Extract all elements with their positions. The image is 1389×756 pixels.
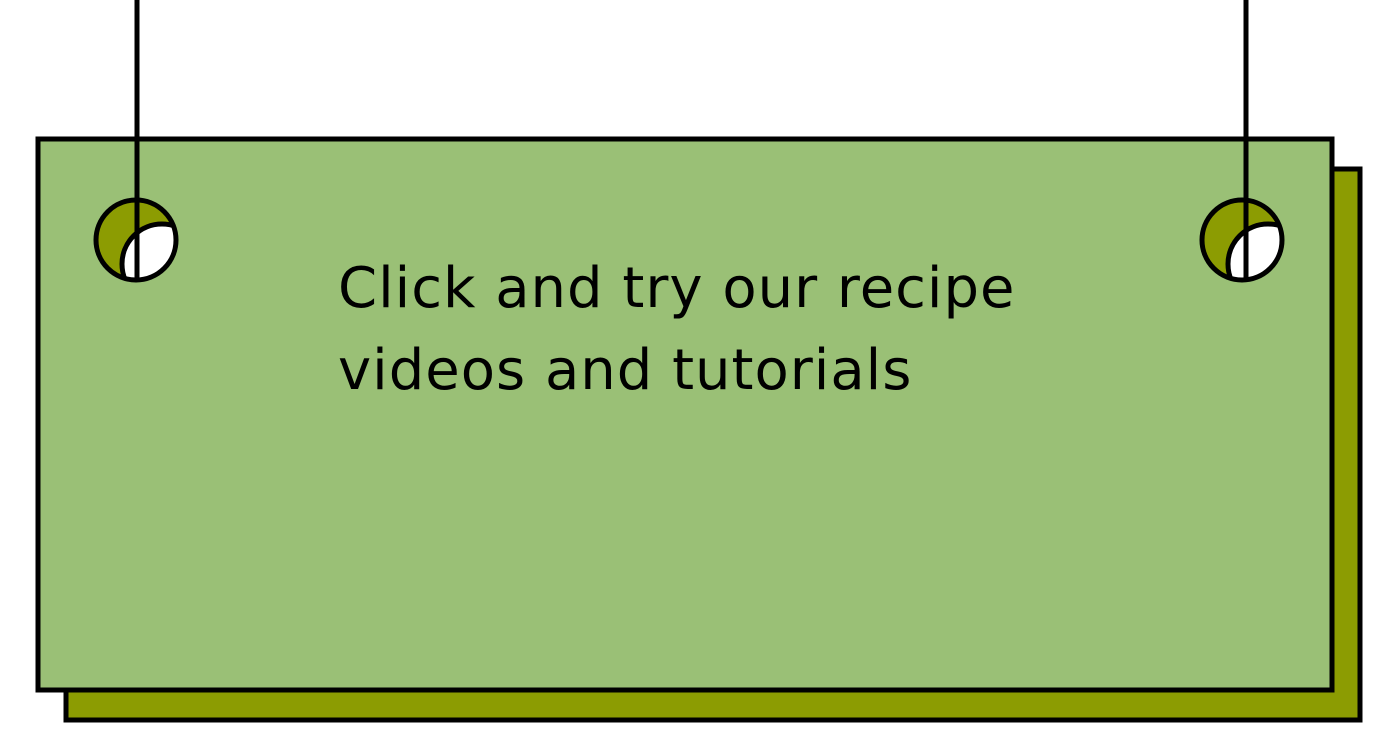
- banner-message[interactable]: Click and try our recipe videos and tuto…: [338, 248, 1016, 412]
- banner-line-1: Click and try our recipe: [338, 256, 1016, 321]
- banner-line-2: videos and tutorials: [338, 338, 913, 403]
- card[interactable]: [35, 136, 1335, 693]
